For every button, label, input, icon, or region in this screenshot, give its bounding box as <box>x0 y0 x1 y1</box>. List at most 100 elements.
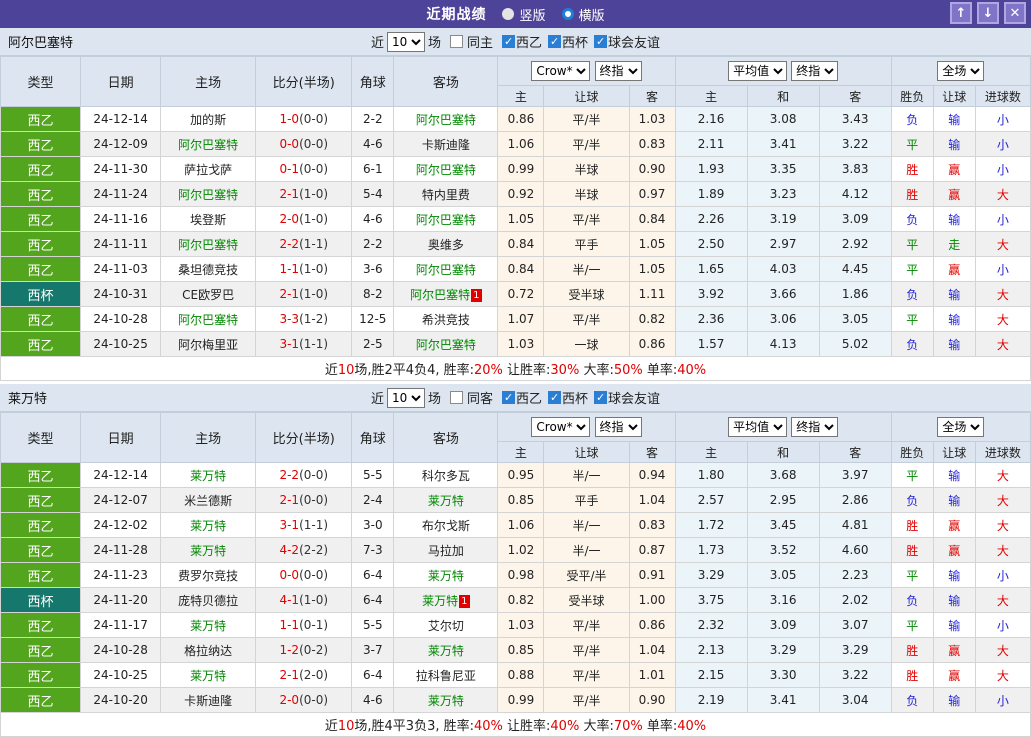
match-row: 西乙 24-10-20 卡斯迪隆 2-0(0-0) 4-6 莱万特 0.99 平… <box>0 687 1031 713</box>
odds-source-select[interactable]: Crow* <box>531 417 591 437</box>
match-type-cell: 西杯 <box>0 281 82 307</box>
odds-handicap: 受平/半 <box>543 562 630 588</box>
scope-select[interactable]: 全场 <box>937 61 985 81</box>
home-team-cell: 桑坦德竞技 <box>160 256 257 282</box>
match-row: 西乙 24-11-17 莱万特 1-1(0-1) 5-5 艾尔切 1.03 平/… <box>0 612 1031 638</box>
odds-time-select[interactable]: 终指 <box>594 61 642 81</box>
col-type: 类型 <box>0 412 82 463</box>
subcol-odds-away: 客 <box>628 441 676 463</box>
score-cell: 2-0(1-0) <box>255 206 353 232</box>
home-team-name: 加的斯 <box>190 112 227 127</box>
league-checkbox[interactable] <box>594 391 608 404</box>
subcol-odds-home: 主 <box>497 85 545 107</box>
match-type-cell: 西乙 <box>0 156 82 182</box>
col-home: 主场 <box>160 412 257 463</box>
matches-table: 类型 日期 主场 比分(半场) 角球 客场 Crow* 终指 平均值 终指 全场… <box>0 56 1031 381</box>
score-cell: 3-1(1-1) <box>255 512 353 538</box>
odds-away: 0.90 <box>628 156 676 182</box>
panel-title: 近期战绩 <box>426 7 487 23</box>
result-winlose: 胜 <box>890 537 934 563</box>
avg-source-select[interactable]: 平均值 <box>728 61 788 81</box>
move-down-button[interactable]: ↓ <box>977 2 999 24</box>
avg-home: 3.29 <box>674 562 748 588</box>
odds-handicap: 受半球 <box>543 587 630 613</box>
avg-away: 5.02 <box>818 331 892 357</box>
match-row: 西乙 24-12-14 加的斯 1-0(0-0) 2-2 阿尔巴塞特 0.86 … <box>0 106 1031 132</box>
same-venue-checkbox[interactable] <box>449 35 463 48</box>
home-team-cell: 阿尔巴塞特 <box>160 231 257 257</box>
same-venue-checkbox[interactable] <box>449 391 463 404</box>
odds-away: 1.00 <box>628 587 676 613</box>
corner-cell: 3-0 <box>351 512 395 538</box>
avg-away: 3.29 <box>818 637 892 663</box>
odds-source-select[interactable]: Crow* <box>531 61 591 81</box>
avg-draw: 4.03 <box>746 256 820 282</box>
radio-label: 竖版 <box>519 8 546 24</box>
summary-stat-value: 40% <box>677 363 707 378</box>
avg-away: 4.45 <box>818 256 892 282</box>
league-checkbox[interactable] <box>594 35 608 48</box>
league-checkbox[interactable] <box>502 35 515 48</box>
avg-time-select[interactable]: 终指 <box>791 61 839 81</box>
odds-home: 1.03 <box>497 612 545 638</box>
odds-home: 0.99 <box>497 687 545 713</box>
team-name: 莱万特 <box>8 392 48 407</box>
subcol-avg-away: 客 <box>818 85 892 107</box>
home-team-name: 费罗尔竞技 <box>178 568 239 583</box>
odds-away: 1.05 <box>628 256 676 282</box>
avg-draw: 3.68 <box>746 462 820 488</box>
fulltime-score: 1-1 <box>279 618 300 632</box>
away-team-cell: 莱万特 <box>393 562 499 588</box>
avg-draw: 3.16 <box>746 587 820 613</box>
team-filter-bar: 莱万特 近 10 场 同客 西乙 西杯 球会友谊 <box>0 384 1031 412</box>
avg-away: 3.07 <box>818 612 892 638</box>
corner-cell: 2-5 <box>351 331 395 357</box>
home-team-cell: 格拉纳达 <box>160 637 257 663</box>
avg-home: 2.16 <box>674 106 748 132</box>
away-team-cell: 卡斯迪隆 <box>393 131 499 157</box>
match-date: 24-11-24 <box>80 181 162 207</box>
away-team-name: 拉科鲁尼亚 <box>415 668 476 683</box>
result-goals: 大 <box>974 487 1031 513</box>
move-up-button[interactable]: ↑ <box>950 2 972 24</box>
halftime-score: (1-1) <box>299 237 329 251</box>
avg-draw: 2.95 <box>746 487 820 513</box>
avg-source-select[interactable]: 平均值 <box>728 417 788 437</box>
games-count-select[interactable]: 10 <box>386 31 425 52</box>
summary-stat-value: 40% <box>473 719 503 734</box>
avg-draw: 3.30 <box>746 662 820 688</box>
home-team-name: 莱万特 <box>190 618 227 633</box>
avg-away: 3.22 <box>818 131 892 157</box>
league-checkbox[interactable] <box>548 391 562 404</box>
result-goals: 大 <box>974 462 1031 488</box>
fulltime-score: 2-2 <box>279 468 300 482</box>
match-date: 24-10-25 <box>80 662 162 688</box>
halftime-score: (1-0) <box>299 212 329 226</box>
corner-cell: 4-6 <box>351 206 395 232</box>
radio-horizontal-layout[interactable]: 横版 <box>561 5 605 24</box>
subcol-winlose: 胜负 <box>890 85 934 107</box>
odds-home: 0.98 <box>497 562 545 588</box>
result-goals: 小 <box>974 256 1031 282</box>
match-type-cell: 西乙 <box>0 231 82 257</box>
league-label: 西杯 <box>562 36 589 51</box>
away-team-name: 阿尔巴塞特 <box>410 287 471 302</box>
scope-select[interactable]: 全场 <box>937 417 985 437</box>
league-checkbox[interactable] <box>502 391 515 404</box>
league-checkbox[interactable] <box>548 35 562 48</box>
close-button[interactable]: ✕ <box>1004 2 1026 24</box>
radio-vertical-layout[interactable]: 竖版 <box>502 5 546 24</box>
halftime-score: (2-2) <box>299 543 329 557</box>
score-cell: 2-0(0-0) <box>255 687 353 713</box>
odds-time-select[interactable]: 终指 <box>594 417 642 437</box>
avg-time-select[interactable]: 终指 <box>791 417 839 437</box>
home-team-cell: 庞特贝德拉 <box>160 587 257 613</box>
games-count-select[interactable]: 10 <box>386 387 425 408</box>
fulltime-score: 1-1 <box>279 262 300 276</box>
match-row: 西乙 24-10-25 阿尔梅里亚 3-1(1-1) 2-5 阿尔巴塞特 1.0… <box>0 331 1031 357</box>
away-team-cell: 阿尔巴塞特 <box>393 256 499 282</box>
match-date: 24-11-16 <box>80 206 162 232</box>
odds-away: 0.83 <box>628 512 676 538</box>
home-team-name: 萨拉戈萨 <box>184 162 233 177</box>
odds-away: 0.83 <box>628 131 676 157</box>
